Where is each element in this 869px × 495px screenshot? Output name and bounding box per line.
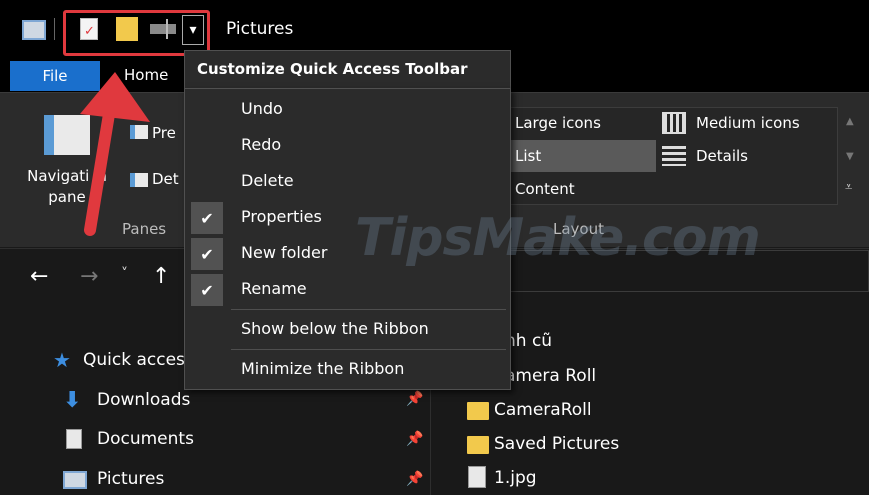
- layout-content[interactable]: Content: [515, 180, 575, 198]
- pin-icon[interactable]: 📌: [406, 431, 423, 447]
- annotation-arrow: [80, 72, 150, 236]
- image-file-icon: [468, 466, 486, 488]
- documents-icon: [66, 429, 82, 449]
- gallery-scroll-down-icon[interactable]: ▼: [846, 151, 854, 162]
- file-item[interactable]: Saved Pictures: [494, 434, 619, 454]
- menu-item-new-folder[interactable]: New folder: [241, 243, 327, 262]
- checkmark-icon: ✔: [191, 202, 223, 234]
- up-arrow-icon[interactable]: ↑: [152, 264, 170, 289]
- window-title: Pictures: [226, 19, 294, 39]
- nav-item-downloads[interactable]: Downloads: [97, 390, 190, 410]
- folder-icon: [467, 402, 489, 420]
- details-icon: [662, 146, 686, 166]
- nav-item-documents[interactable]: Documents: [97, 429, 194, 449]
- menu-separator: [231, 349, 506, 350]
- checkmark-icon: ✔: [191, 238, 223, 270]
- menu-item-show-below-ribbon[interactable]: Show below the Ribbon: [241, 319, 429, 338]
- menu-item-delete[interactable]: Delete: [241, 171, 294, 190]
- medium-icons-icon: [662, 112, 686, 134]
- file-item[interactable]: 1.jpg: [494, 468, 537, 488]
- menu-item-minimize-ribbon[interactable]: Minimize the Ribbon: [241, 359, 404, 378]
- app-icon[interactable]: [22, 20, 46, 40]
- nav-item-quick-access[interactable]: Quick acces: [83, 350, 185, 370]
- menu-item-undo[interactable]: Undo: [241, 99, 283, 118]
- folder-icon: [467, 436, 489, 454]
- qat-separator: [54, 18, 55, 40]
- menu-item-redo[interactable]: Redo: [241, 135, 281, 154]
- watermark-text: TipsMake.com: [355, 208, 761, 268]
- layout-medium-icons[interactable]: Medium icons: [696, 114, 800, 132]
- nav-item-pictures[interactable]: Pictures: [97, 469, 164, 489]
- menu-separator: [231, 309, 506, 310]
- quick-access-star-icon: ★: [53, 348, 71, 372]
- file-item[interactable]: CameraRoll: [494, 400, 592, 420]
- layout-details[interactable]: Details: [696, 147, 748, 165]
- menu-item-properties[interactable]: Properties: [241, 207, 322, 226]
- pin-icon[interactable]: 📌: [406, 471, 423, 487]
- downloads-icon: ⬇: [63, 388, 82, 413]
- file-item[interactable]: nh cũ: [505, 331, 552, 351]
- file-item[interactable]: amera Roll: [505, 366, 596, 386]
- forward-arrow-icon[interactable]: →: [80, 264, 98, 289]
- menu-item-rename[interactable]: Rename: [241, 279, 307, 298]
- layout-large-icons[interactable]: Large icons: [515, 114, 601, 132]
- back-arrow-icon[interactable]: ←: [30, 264, 48, 289]
- checkmark-icon: ✔: [191, 274, 223, 306]
- recent-locations-chevron-icon[interactable]: ˅: [121, 266, 128, 282]
- pin-icon[interactable]: 📌: [406, 391, 423, 407]
- watermark: TipsMake.com: [355, 208, 761, 268]
- layout-list[interactable]: List: [515, 147, 541, 165]
- gallery-expand-icon[interactable]: ⩡: [845, 180, 852, 195]
- pictures-icon: [63, 471, 87, 489]
- menu-header: Customize Quick Access Toolbar: [197, 60, 468, 78]
- gallery-scroll-up-icon[interactable]: ▲: [846, 116, 854, 127]
